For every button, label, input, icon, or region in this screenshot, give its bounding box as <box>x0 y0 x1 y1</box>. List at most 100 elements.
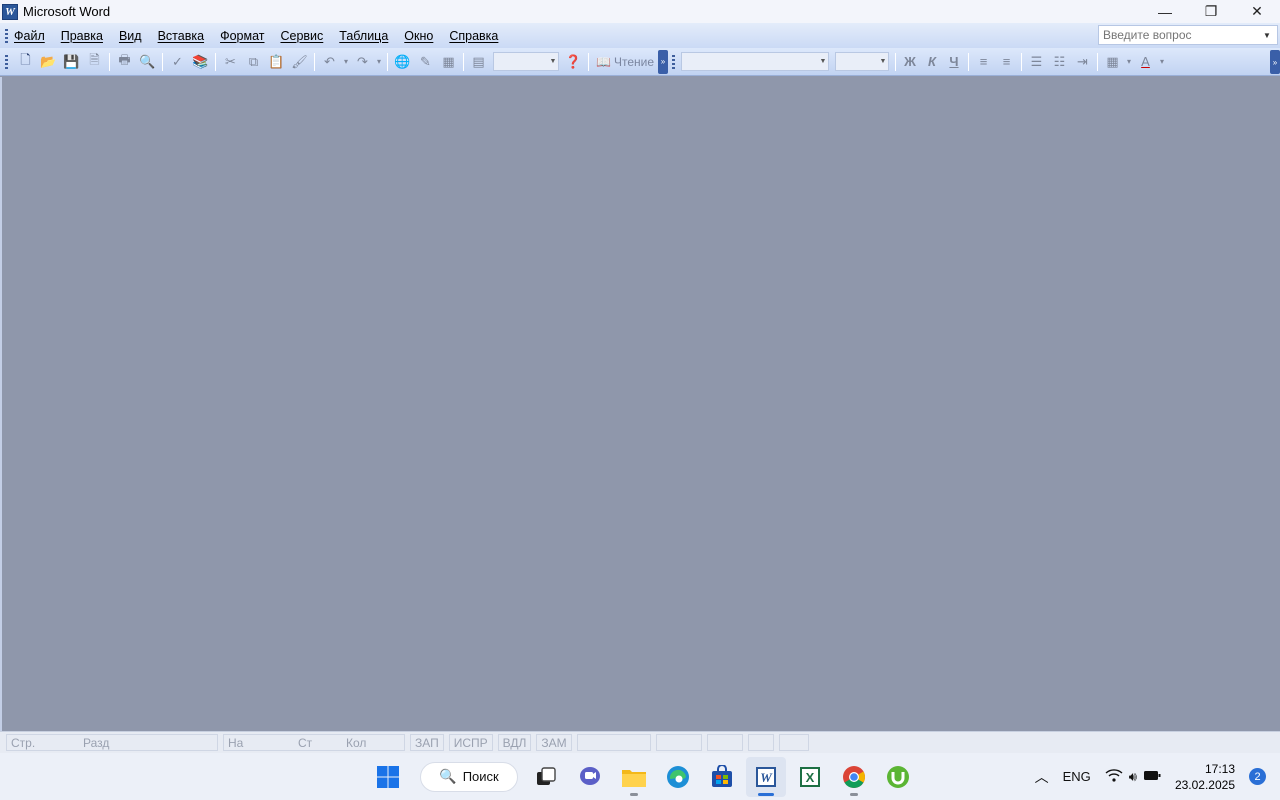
font-name-combo[interactable]: ▼ <box>681 52 829 71</box>
font-color-dropdown-icon[interactable]: ▾ <box>1157 51 1167 73</box>
document-workspace[interactable] <box>0 77 1280 731</box>
menu-view[interactable]: Вид <box>119 29 142 43</box>
book-icon: 📖 <box>596 54 611 69</box>
indent-icon[interactable]: ⇥ <box>1071 51 1094 73</box>
bold-icon[interactable]: Ж <box>899 54 921 69</box>
battery-icon[interactable] <box>1143 768 1161 785</box>
word-taskbar-button[interactable]: W <box>746 756 786 797</box>
borders-icon[interactable]: ▦ <box>1101 51 1124 73</box>
format-painter-icon[interactable]: 🖌 <box>288 51 311 73</box>
print-preview-icon[interactable]: 🔍 <box>136 51 159 73</box>
status-trk[interactable]: ИСПР <box>448 734 493 751</box>
menu-help[interactable]: Справка <box>449 29 498 43</box>
bulleted-list-icon[interactable]: ☷ <box>1048 51 1071 73</box>
zoom-combo[interactable]: ▼ <box>493 52 559 71</box>
chrome-taskbar-button[interactable] <box>834 757 874 797</box>
store-button[interactable] <box>702 757 742 797</box>
align-left-icon[interactable]: ≡ <box>972 51 995 73</box>
toolbar-grip-handle[interactable] <box>5 54 8 69</box>
font-color-icon[interactable]: A <box>1134 51 1157 73</box>
status-extra-3 <box>778 734 809 751</box>
menu-table[interactable]: Таблица <box>339 29 388 43</box>
print-icon[interactable]: 🖶 <box>113 51 136 73</box>
undo-icon[interactable]: ↶ <box>318 51 341 73</box>
toolbar-separator <box>387 52 388 71</box>
running-indicator <box>630 792 638 796</box>
undo-tools: ↶ ▾ ↷ ▾ <box>318 50 384 74</box>
status-language <box>576 734 651 751</box>
edge-browser-button[interactable] <box>658 757 698 797</box>
start-button[interactable] <box>368 757 408 797</box>
menu-insert[interactable]: Вставка <box>158 29 204 43</box>
tables-borders-icon[interactable]: ✎ <box>414 51 437 73</box>
window-title: Microsoft Word <box>23 4 111 19</box>
help-search-input[interactable] <box>1099 26 1259 44</box>
menu-format[interactable]: Формат <box>220 29 264 43</box>
teams-chat-button[interactable] <box>570 757 610 797</box>
restore-button[interactable]: ❐ <box>1188 0 1234 23</box>
title-bar: W Microsoft Word — ❐ ✕ <box>0 0 1280 23</box>
align-center-icon[interactable]: ≡ <box>995 51 1018 73</box>
hyperlink-icon[interactable]: 🌐 <box>391 51 414 73</box>
menu-file[interactable]: Файл <box>14 29 45 43</box>
document-map-icon[interactable]: ▤ <box>467 51 490 73</box>
chevron-down-icon[interactable]: ▼ <box>1259 31 1275 40</box>
status-ext[interactable]: ВДЛ <box>497 734 532 751</box>
italic-icon[interactable]: К <box>921 54 943 69</box>
borders-dropdown-icon[interactable]: ▾ <box>1124 51 1134 73</box>
print-tools: 🖶 🔍 <box>113 50 159 74</box>
svg-text:X: X <box>806 770 815 785</box>
toolbar-separator <box>162 52 163 71</box>
research-icon[interactable]: 📚 <box>189 51 212 73</box>
minimize-button[interactable]: — <box>1142 0 1188 23</box>
menu-tools[interactable]: Сервис <box>280 29 323 43</box>
menu-window[interactable]: Окно <box>404 29 433 43</box>
format-toolbar-grip-handle[interactable] <box>672 54 675 69</box>
wifi-icon[interactable] <box>1105 768 1123 785</box>
menu-edit[interactable]: Правка <box>61 29 103 43</box>
search-icon: 🔍 <box>439 768 457 784</box>
taskbar: 🔍 Поиск W X ︿ ENG 🔊︎ 17:13 23.02.2025 2 <box>0 753 1280 800</box>
cut-icon[interactable]: ✂ <box>219 51 242 73</box>
notification-badge[interactable]: 2 <box>1249 768 1266 785</box>
copy-icon[interactable]: ⧉ <box>242 51 265 73</box>
new-document-icon[interactable]: 🗋 <box>14 51 37 73</box>
toolbar-options-icon[interactable]: » <box>658 49 668 74</box>
open-folder-icon[interactable]: 📂 <box>37 51 60 73</box>
permission-icon[interactable]: 🗎 <box>83 51 106 73</box>
help-icon[interactable]: ❓ <box>562 51 585 73</box>
chevron-down-icon: ▼ <box>879 58 887 65</box>
font-size-combo[interactable]: ▼ <box>835 52 889 71</box>
undo-dropdown-icon[interactable]: ▾ <box>341 51 351 73</box>
status-at: На <box>228 735 244 750</box>
taskbar-search-button[interactable]: 🔍 Поиск <box>420 761 518 792</box>
volume-icon[interactable]: 🔊︎ <box>1129 769 1137 785</box>
status-bar: Стр. Разд На Ст Кол ЗАП ИСПР ВДЛ ЗАМ <box>0 731 1280 753</box>
format-toolbar-options-icon[interactable]: » <box>1270 50 1280 74</box>
excel-taskbar-button[interactable]: X <box>790 757 830 797</box>
status-rec[interactable]: ЗАП <box>410 734 444 751</box>
numbered-list-icon[interactable]: ☰ <box>1025 51 1048 73</box>
task-view-button[interactable] <box>526 757 566 797</box>
clipboard-tools: ✂ ⧉ 📋 🖌 <box>219 50 311 74</box>
chevron-up-icon[interactable]: ︿ <box>1035 767 1049 787</box>
paste-icon[interactable]: 📋 <box>265 51 288 73</box>
underline-icon[interactable]: Ч <box>943 54 965 69</box>
utorrent-taskbar-button[interactable] <box>878 757 918 797</box>
language-indicator[interactable]: ENG <box>1063 769 1091 784</box>
save-icon[interactable]: 💾 <box>60 51 83 73</box>
file-explorer-button[interactable] <box>614 757 654 797</box>
redo-icon[interactable]: ↷ <box>351 51 374 73</box>
close-button[interactable]: ✕ <box>1234 0 1280 23</box>
reading-button[interactable]: 📖 Чтение <box>592 55 658 69</box>
status-ovr[interactable]: ЗАМ <box>536 734 572 751</box>
menubar-grip-handle[interactable] <box>5 28 8 43</box>
status-page-section: Стр. Разд <box>6 734 218 751</box>
redo-dropdown-icon[interactable]: ▾ <box>374 51 384 73</box>
spelling-icon[interactable]: ✓ <box>166 51 189 73</box>
word-app-icon[interactable]: W <box>2 3 18 20</box>
insert-table-icon[interactable]: ▦ <box>437 51 460 73</box>
toolbar-separator <box>1097 52 1098 71</box>
chrome-icon <box>843 765 865 788</box>
clock[interactable]: 17:13 23.02.2025 <box>1175 761 1235 793</box>
